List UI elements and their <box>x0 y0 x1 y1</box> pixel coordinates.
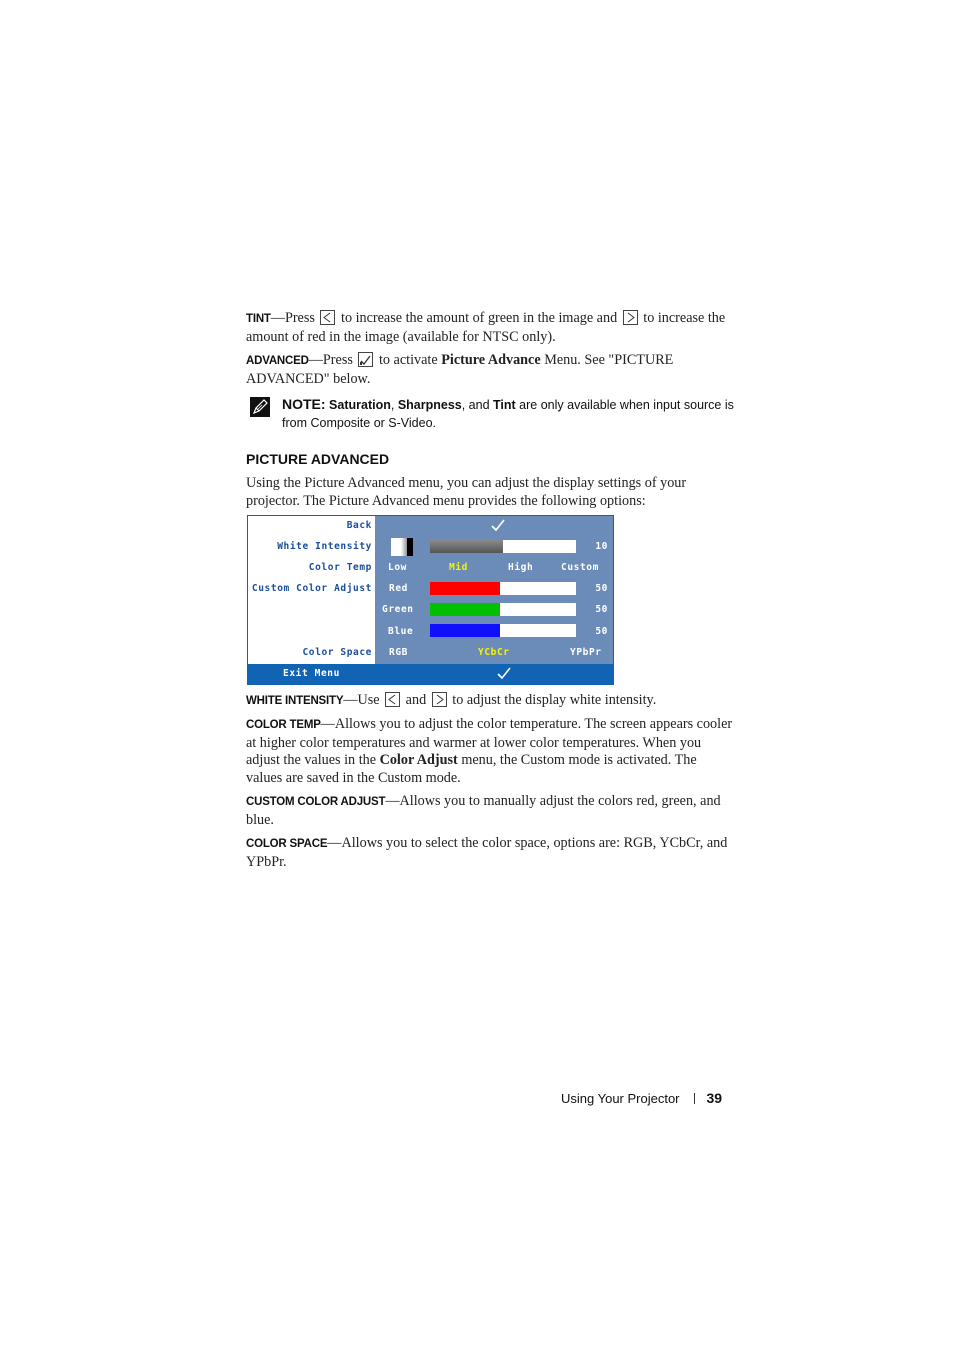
saturation-bold: Saturation <box>329 398 391 412</box>
tint-bold: Tint <box>493 398 516 412</box>
channel-green-slider[interactable] <box>430 603 576 616</box>
color-temp-term: Color Temp <box>246 719 321 731</box>
dash: — <box>343 692 358 708</box>
note-text: NOTE: Saturation, Sharpness, and Tint ar… <box>282 395 741 432</box>
channel-blue-label: Blue <box>388 626 414 637</box>
left-arrow-key-icon <box>385 692 401 707</box>
footer-section-title: Using Your Projector <box>561 1091 680 1106</box>
channel-red-value: 50 <box>595 583 608 594</box>
osd-item-white-intensity[interactable]: White Intensity <box>277 541 372 552</box>
advanced-paragraph: Advanced—Press to activate Picture Advan… <box>246 352 736 388</box>
note-label: NOTE: <box>282 396 326 412</box>
white-intensity-paragraph: White Intensity—Use and to adjust the di… <box>246 692 736 711</box>
text: , <box>390 398 398 412</box>
section-heading: PICTURE ADVANCED <box>246 451 390 467</box>
custom-color-adjust-term: Custom Color Adjust <box>246 796 386 808</box>
text: to increase the amount of green in the i… <box>341 310 618 326</box>
color-space-option-rgb[interactable]: RGB <box>389 647 408 658</box>
enter-checkmark-key-icon <box>358 352 374 367</box>
osd-exit-menu-button[interactable]: Exit Menu <box>248 664 613 685</box>
note-block: NOTE: Saturation, Sharpness, and Tint ar… <box>246 395 741 432</box>
osd-item-back[interactable]: Back <box>347 520 372 531</box>
channel-red-fill <box>430 582 501 595</box>
channel-green-fill <box>430 603 501 616</box>
channel-blue-value: 50 <box>595 626 608 637</box>
dash: — <box>270 310 285 326</box>
pencil-note-icon <box>250 397 270 422</box>
checkmark-icon <box>497 667 511 683</box>
picture-advanced-osd-menu: Back White Intensity Color Temp Custom C… <box>247 515 614 685</box>
right-arrow-key-icon <box>431 692 447 707</box>
channel-red-slider[interactable] <box>430 582 576 595</box>
section-intro: Using the Picture Advanced menu, you can… <box>246 475 687 509</box>
osd-label-column: Back White Intensity Color Temp Custom C… <box>248 516 375 664</box>
sharpness-bold: Sharpness <box>397 398 462 412</box>
text: Press <box>284 310 315 326</box>
text: Press <box>322 352 353 368</box>
page-number: 39 <box>706 1090 723 1106</box>
channel-red-label: Red <box>389 583 408 594</box>
text: to adjust the display white intensity. <box>452 692 657 708</box>
white-intensity-icon <box>391 538 413 556</box>
dash: — <box>385 793 400 809</box>
color-space-term: Color Space <box>246 838 328 850</box>
channel-blue-fill <box>430 624 501 637</box>
custom-color-adjust-paragraph: Custom Color Adjust—Allows you to manual… <box>246 793 736 829</box>
tint-term: Tint <box>246 313 271 325</box>
right-arrow-key-icon <box>622 310 638 325</box>
osd-item-color-space[interactable]: Color Space <box>302 647 372 658</box>
color-temp-option-mid[interactable]: Mid <box>449 562 468 573</box>
text: , and <box>461 398 494 412</box>
dash: — <box>327 835 342 851</box>
tint-paragraph: Tint—Press to increase the amount of gre… <box>246 310 736 346</box>
text: Use <box>357 692 380 708</box>
white-intensity-term: White Intensity <box>246 695 344 707</box>
exit-menu-label: Exit Menu <box>283 668 340 679</box>
osd-item-color-temp[interactable]: Color Temp <box>309 562 372 573</box>
white-intensity-fill <box>430 540 503 553</box>
color-temp-option-low[interactable]: Low <box>388 562 407 573</box>
left-arrow-key-icon <box>320 310 336 325</box>
color-temp-option-high[interactable]: High <box>508 562 533 573</box>
text: and <box>405 692 427 708</box>
color-temp-option-custom[interactable]: Custom <box>561 562 599 573</box>
channel-green-value: 50 <box>595 604 608 615</box>
color-adjust-bold: Color Adjust <box>379 752 458 768</box>
color-space-option-ypbpr[interactable]: YPbPr <box>570 647 602 658</box>
page-footer: Using Your Projector 39 <box>561 1090 722 1106</box>
checkmark-icon <box>491 519 505 535</box>
color-temp-paragraph: Color Temp—Allows you to adjust the colo… <box>246 716 736 787</box>
channel-green-label: Green <box>382 604 414 615</box>
picture-advance-bold: Picture Advance <box>441 352 541 368</box>
advanced-term: Advanced <box>246 355 309 367</box>
white-intensity-value: 10 <box>595 541 608 552</box>
channel-blue-slider[interactable] <box>430 624 576 637</box>
osd-item-custom-color-adjust[interactable]: Custom Color Adjust <box>252 583 372 594</box>
color-space-paragraph: Color Space—Allows you to select the col… <box>246 835 736 871</box>
dash: — <box>308 352 323 368</box>
dash: — <box>320 716 335 732</box>
footer-divider <box>693 1093 695 1104</box>
white-intensity-slider[interactable] <box>430 540 576 553</box>
text: to activate <box>378 352 438 368</box>
color-space-option-ycbcr[interactable]: YCbCr <box>478 647 510 658</box>
